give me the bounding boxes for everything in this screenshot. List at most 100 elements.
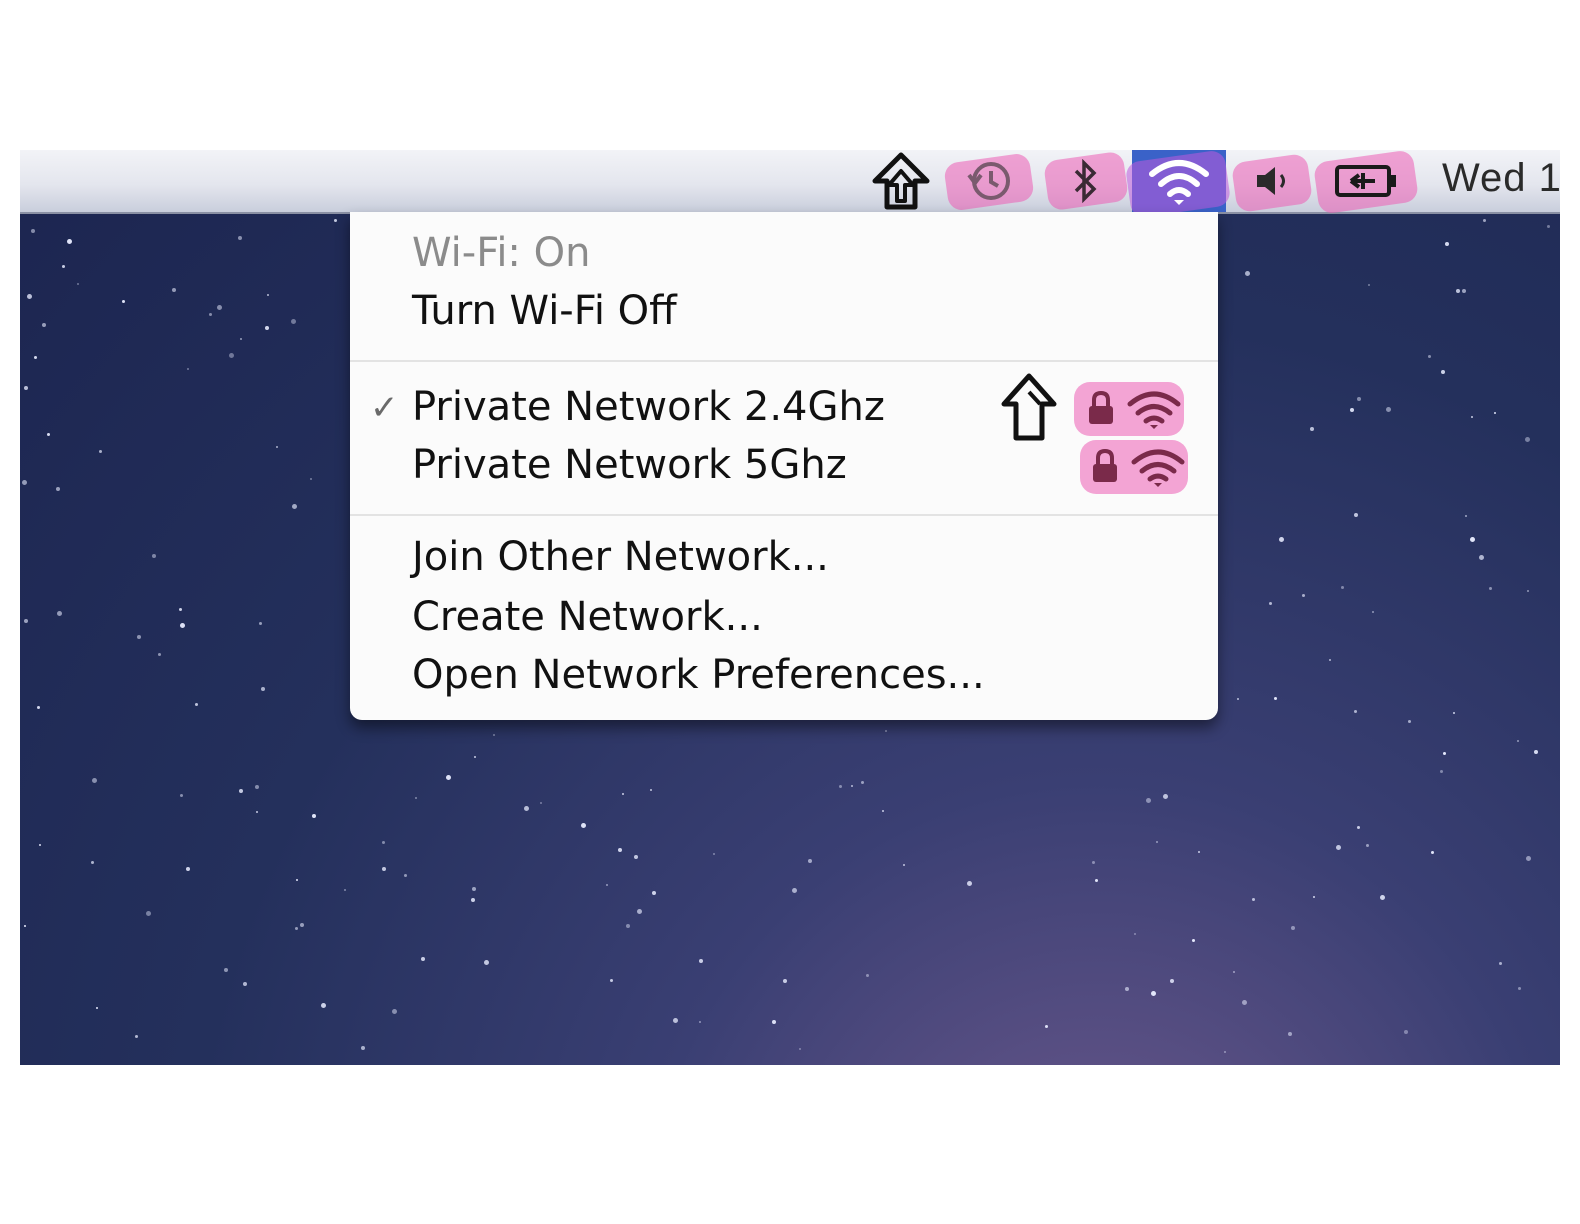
star bbox=[1471, 416, 1473, 418]
star bbox=[334, 219, 337, 222]
star bbox=[1366, 844, 1369, 847]
star bbox=[792, 888, 797, 893]
star bbox=[96, 1007, 98, 1009]
battery-icon[interactable] bbox=[1324, 154, 1408, 208]
menu-separator bbox=[350, 360, 1218, 362]
star bbox=[24, 925, 26, 927]
star bbox=[1269, 602, 1272, 605]
star bbox=[1170, 979, 1174, 983]
star bbox=[1336, 845, 1341, 850]
star bbox=[1252, 898, 1255, 901]
star bbox=[292, 504, 297, 509]
star bbox=[224, 968, 228, 972]
star bbox=[1354, 710, 1357, 713]
star bbox=[312, 814, 316, 818]
star bbox=[382, 867, 386, 871]
star bbox=[1372, 611, 1374, 613]
star bbox=[1440, 770, 1443, 773]
star bbox=[67, 239, 72, 244]
star bbox=[1526, 856, 1531, 861]
star bbox=[1245, 271, 1250, 276]
star bbox=[146, 911, 151, 916]
star bbox=[34, 356, 37, 359]
star bbox=[261, 687, 265, 691]
star bbox=[1470, 537, 1475, 542]
star bbox=[652, 891, 656, 895]
star bbox=[1445, 242, 1449, 246]
star bbox=[39, 844, 41, 846]
bluetooth-icon[interactable] bbox=[1050, 154, 1120, 208]
star bbox=[699, 959, 703, 963]
star bbox=[382, 841, 385, 844]
star bbox=[310, 478, 312, 480]
star bbox=[713, 853, 715, 855]
volume-icon[interactable] bbox=[1238, 154, 1308, 208]
star bbox=[361, 1046, 365, 1050]
star bbox=[1404, 1030, 1408, 1034]
wifi-icon[interactable] bbox=[1136, 154, 1222, 208]
star bbox=[415, 797, 417, 799]
turn-wifi-off-item[interactable]: Turn Wi-Fi Off bbox=[412, 288, 677, 334]
star bbox=[1443, 752, 1446, 755]
open-network-preferences-item[interactable]: Open Network Preferences... bbox=[412, 652, 985, 698]
star bbox=[1527, 590, 1529, 592]
star bbox=[866, 974, 869, 977]
star bbox=[47, 433, 50, 436]
star bbox=[62, 265, 65, 268]
star bbox=[259, 622, 262, 625]
star bbox=[1198, 851, 1200, 853]
star bbox=[276, 446, 278, 448]
star bbox=[265, 326, 269, 330]
lock-icon bbox=[1090, 448, 1120, 488]
star bbox=[1525, 437, 1530, 442]
create-network-item[interactable]: Create Network... bbox=[412, 594, 763, 640]
star bbox=[1456, 289, 1460, 293]
network-item-2-4ghz[interactable]: Private Network 2.4Ghz bbox=[412, 384, 885, 430]
desktop-screenshot: Wed 1 Wi-Fi: On Turn Wi-Fi Off ✓ Private… bbox=[20, 150, 1560, 1065]
star bbox=[1134, 933, 1136, 935]
star bbox=[808, 859, 812, 863]
star bbox=[27, 294, 32, 299]
star bbox=[180, 623, 185, 628]
star bbox=[209, 313, 212, 316]
star bbox=[1462, 289, 1466, 293]
star bbox=[1357, 397, 1361, 401]
star bbox=[1279, 537, 1284, 542]
star bbox=[471, 898, 475, 902]
menu-bar: Wed 1 bbox=[20, 150, 1560, 219]
star bbox=[1163, 794, 1168, 799]
star bbox=[99, 450, 102, 453]
star bbox=[24, 386, 28, 390]
time-machine-icon[interactable] bbox=[950, 154, 1028, 208]
star bbox=[1408, 720, 1411, 723]
star bbox=[493, 734, 495, 736]
star bbox=[135, 1035, 138, 1038]
star bbox=[885, 730, 887, 732]
star bbox=[1499, 962, 1502, 965]
star bbox=[1313, 896, 1315, 898]
network-item-5ghz[interactable]: Private Network 5Ghz bbox=[412, 442, 847, 488]
star bbox=[637, 909, 642, 914]
star bbox=[239, 789, 243, 793]
menubar-clock[interactable]: Wed 1 bbox=[1442, 156, 1560, 201]
star bbox=[1310, 427, 1314, 431]
star bbox=[626, 924, 630, 928]
star bbox=[1192, 939, 1195, 942]
wifi-dropdown-menu: Wi-Fi: On Turn Wi-Fi Off ✓ Private Netwo… bbox=[350, 212, 1218, 720]
star bbox=[1494, 412, 1496, 414]
star bbox=[1291, 926, 1295, 930]
star bbox=[152, 554, 156, 558]
star bbox=[344, 889, 346, 891]
join-other-network-item[interactable]: Join Other Network... bbox=[412, 534, 829, 580]
star bbox=[179, 608, 182, 611]
star bbox=[650, 789, 652, 791]
up-arrow-annotation-icon bbox=[998, 372, 1060, 448]
star bbox=[137, 635, 141, 639]
star bbox=[56, 487, 60, 491]
star bbox=[1483, 219, 1486, 222]
star bbox=[699, 1021, 701, 1023]
star bbox=[540, 802, 542, 804]
star bbox=[1517, 740, 1519, 742]
star bbox=[903, 864, 905, 866]
star bbox=[42, 323, 46, 327]
